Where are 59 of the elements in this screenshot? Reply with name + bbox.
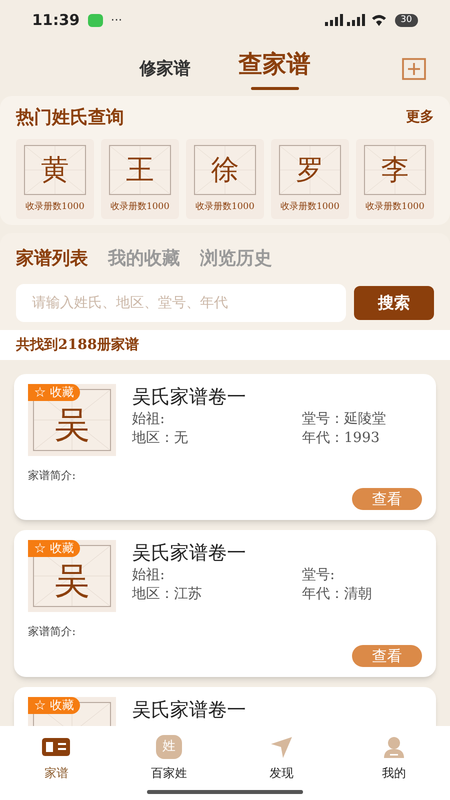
intro-label: 家谱简介:: [28, 468, 77, 484]
founder-label: 始祖:: [132, 410, 166, 428]
record-title: 吴氏家谱卷一: [132, 384, 247, 410]
record-title: 吴氏家谱卷一: [132, 698, 247, 722]
paper-plane-icon: [269, 735, 294, 759]
volume-count: 收录册数1000: [280, 201, 340, 214]
search-field[interactable]: 请输入姓氏、地区、堂号、年代: [16, 284, 346, 322]
surname-glyph: 徐: [211, 156, 239, 184]
intro-label: 家谱简介:: [28, 624, 77, 640]
surname-card[interactable]: 徐 收录册数1000: [186, 139, 264, 218]
surname-glyph: 黄: [41, 156, 69, 184]
grid-lines-drawing: [195, 146, 255, 194]
surname-glyph: 王: [126, 156, 154, 184]
era-label: 年代：清朝: [302, 585, 373, 604]
region-label: 地区：江苏: [132, 585, 203, 604]
grid-lines-drawing: [280, 146, 340, 194]
header-tab[interactable]: 查家谱: [238, 46, 310, 90]
hall-name: 堂号:: [302, 566, 336, 585]
nav-tab[interactable]: 家谱: [16, 734, 96, 782]
battery-indicator: 30: [394, 14, 418, 26]
surname-glyph: 李: [381, 156, 409, 184]
more-link[interactable]: 更多: [406, 107, 434, 128]
section-title: 热门姓氏查询: [16, 106, 124, 130]
record-title: 吴氏家谱卷一: [132, 541, 247, 566]
grid-lines-drawing: [110, 146, 170, 194]
wifi-icon: [370, 14, 387, 26]
surname-icon: 姓: [156, 735, 182, 759]
grid-lines-drawing: [365, 146, 425, 194]
surname-card[interactable]: 黄 收录册数1000: [16, 139, 94, 218]
nav-tab[interactable]: 我的: [354, 734, 434, 782]
surname-card[interactable]: 李 收录册数1000: [356, 139, 434, 218]
surname-card[interactable]: 王 收录册数1000: [101, 139, 179, 218]
surname-card[interactable]: 罗 收录册数1000: [271, 139, 349, 218]
genealogy-card[interactable]: ☆ 收藏 吴氏家谱卷一: [14, 686, 436, 726]
volume-count: 收录册数1000: [110, 201, 170, 214]
nav-tab[interactable]: 发现: [241, 734, 322, 782]
add-icon[interactable]: [402, 58, 426, 80]
surname-glyph: 吴: [54, 408, 90, 444]
era-label: 年代：1993: [302, 428, 381, 448]
search-button[interactable]: 搜索: [354, 286, 434, 320]
header-tab[interactable]: 修家谱: [140, 56, 190, 90]
signal-icon: [322, 14, 367, 26]
volume-count: 收录册数1000: [366, 201, 424, 214]
volume-count: 收录册数1000: [196, 201, 254, 214]
hall-name: 堂号：延陵堂: [302, 410, 387, 428]
nav-tab[interactable]: 姓 百家姓: [128, 734, 209, 782]
message-icon: [88, 14, 103, 26]
result-count: 共找到2188册家谱: [16, 336, 139, 352]
list-tab[interactable]: 家谱列表: [16, 244, 88, 272]
volume-count: 收录册数1000: [26, 201, 84, 214]
person-icon: [382, 735, 405, 759]
more-indicator: ···: [110, 12, 122, 29]
surname-glyph: 吴: [54, 564, 90, 600]
surname-glyph: 罗: [296, 156, 324, 184]
book-icon: [41, 736, 72, 758]
region-label: 地区：无: [132, 428, 189, 448]
founder-label: 始祖:: [132, 566, 166, 585]
clock: 11:39: [32, 10, 80, 31]
grid-lines-drawing: [25, 146, 85, 194]
